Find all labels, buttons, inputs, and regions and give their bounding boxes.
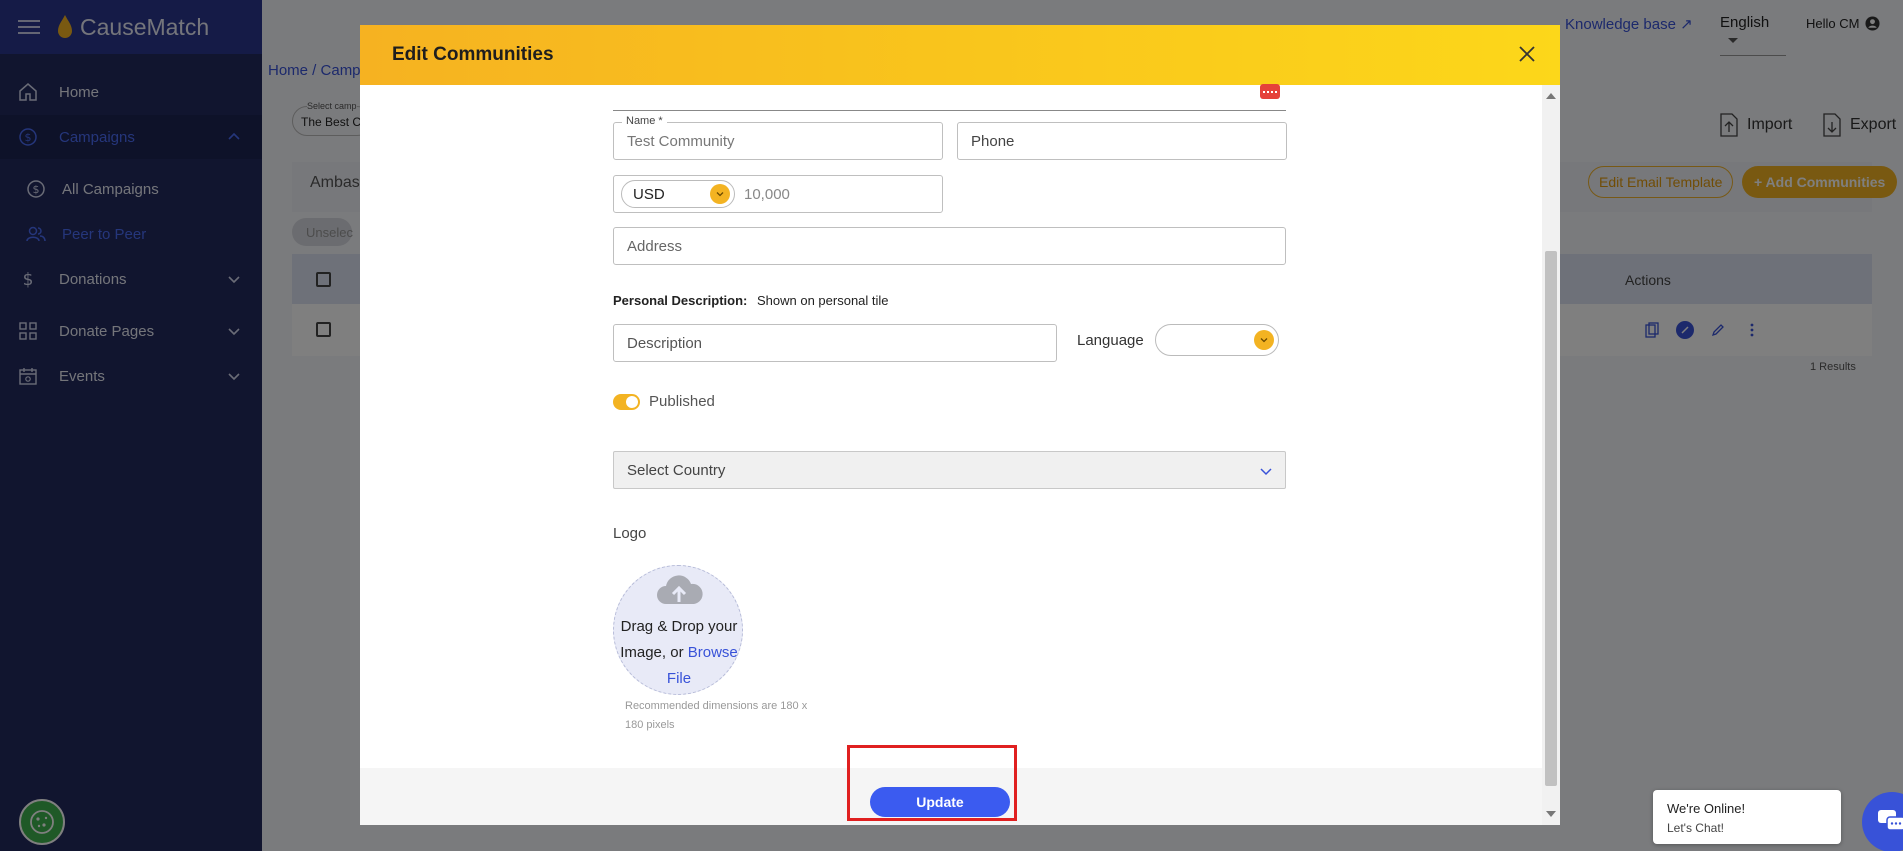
chat-widget[interactable]: We're Online! Let's Chat! xyxy=(1653,790,1841,844)
language-label: Language xyxy=(1077,332,1144,349)
chat-cta: Let's Chat! xyxy=(1667,821,1724,835)
modal-scrollbar[interactable] xyxy=(1542,85,1560,825)
address-placeholder: Address xyxy=(627,237,683,255)
personal-description-heading: Personal Description: Shown on personal … xyxy=(613,293,889,308)
field-underline xyxy=(613,110,1286,111)
currency-select[interactable]: USD xyxy=(621,180,735,208)
edit-communities-modal: Edit Communities Name * Test Community P… xyxy=(360,25,1560,825)
chevron-down-icon xyxy=(1260,468,1272,476)
goal-amount-value: 10,000 xyxy=(744,186,790,203)
description-field[interactable]: Description xyxy=(613,324,1057,362)
scroll-up-arrow-icon[interactable] xyxy=(1546,93,1556,99)
modal-header: Edit Communities xyxy=(360,25,1560,85)
phone-placeholder: Phone xyxy=(971,132,1015,150)
password-manager-icon[interactable] xyxy=(1260,84,1280,99)
chevron-down-icon xyxy=(1254,330,1274,350)
scrollbar-thumb[interactable] xyxy=(1545,251,1557,786)
toggle-knob xyxy=(626,396,638,408)
chat-bubble-icon xyxy=(1878,810,1903,831)
dropzone-text: Drag & Drop your Image, or Browse File xyxy=(618,614,740,692)
chat-status: We're Online! xyxy=(1667,801,1746,816)
address-field[interactable]: Address xyxy=(613,227,1286,265)
chevron-down-icon xyxy=(710,184,730,204)
published-toggle[interactable] xyxy=(613,394,640,410)
country-select[interactable]: Select Country xyxy=(613,451,1286,489)
name-field[interactable]: Name * Test Community xyxy=(613,115,943,160)
goal-amount-field[interactable]: USD 10,000 xyxy=(613,175,943,213)
logo-dropzone[interactable]: Drag & Drop your Image, or Browse File xyxy=(613,565,743,695)
published-label: Published xyxy=(649,393,715,410)
personal-description-hint: Shown on personal tile xyxy=(757,293,889,308)
personal-description-label: Personal Description: xyxy=(613,293,748,308)
name-field-label: Name * xyxy=(622,115,667,127)
currency-value: USD xyxy=(633,185,665,203)
recommended-dimensions-hint: Recommended dimensions are 180 x 180 pix… xyxy=(625,700,808,731)
cloud-upload-icon xyxy=(657,575,703,604)
country-placeholder: Select Country xyxy=(627,461,726,479)
language-dropdown[interactable] xyxy=(1155,324,1279,356)
scroll-down-arrow-icon[interactable] xyxy=(1546,811,1556,817)
name-field-value: Test Community xyxy=(627,132,735,150)
logo-label: Logo xyxy=(613,525,647,542)
modal-title: Edit Communities xyxy=(392,44,554,65)
phone-field[interactable]: Phone xyxy=(957,122,1287,160)
description-placeholder: Description xyxy=(627,334,703,352)
highlight-box xyxy=(847,745,1017,821)
close-icon[interactable] xyxy=(1518,45,1536,63)
